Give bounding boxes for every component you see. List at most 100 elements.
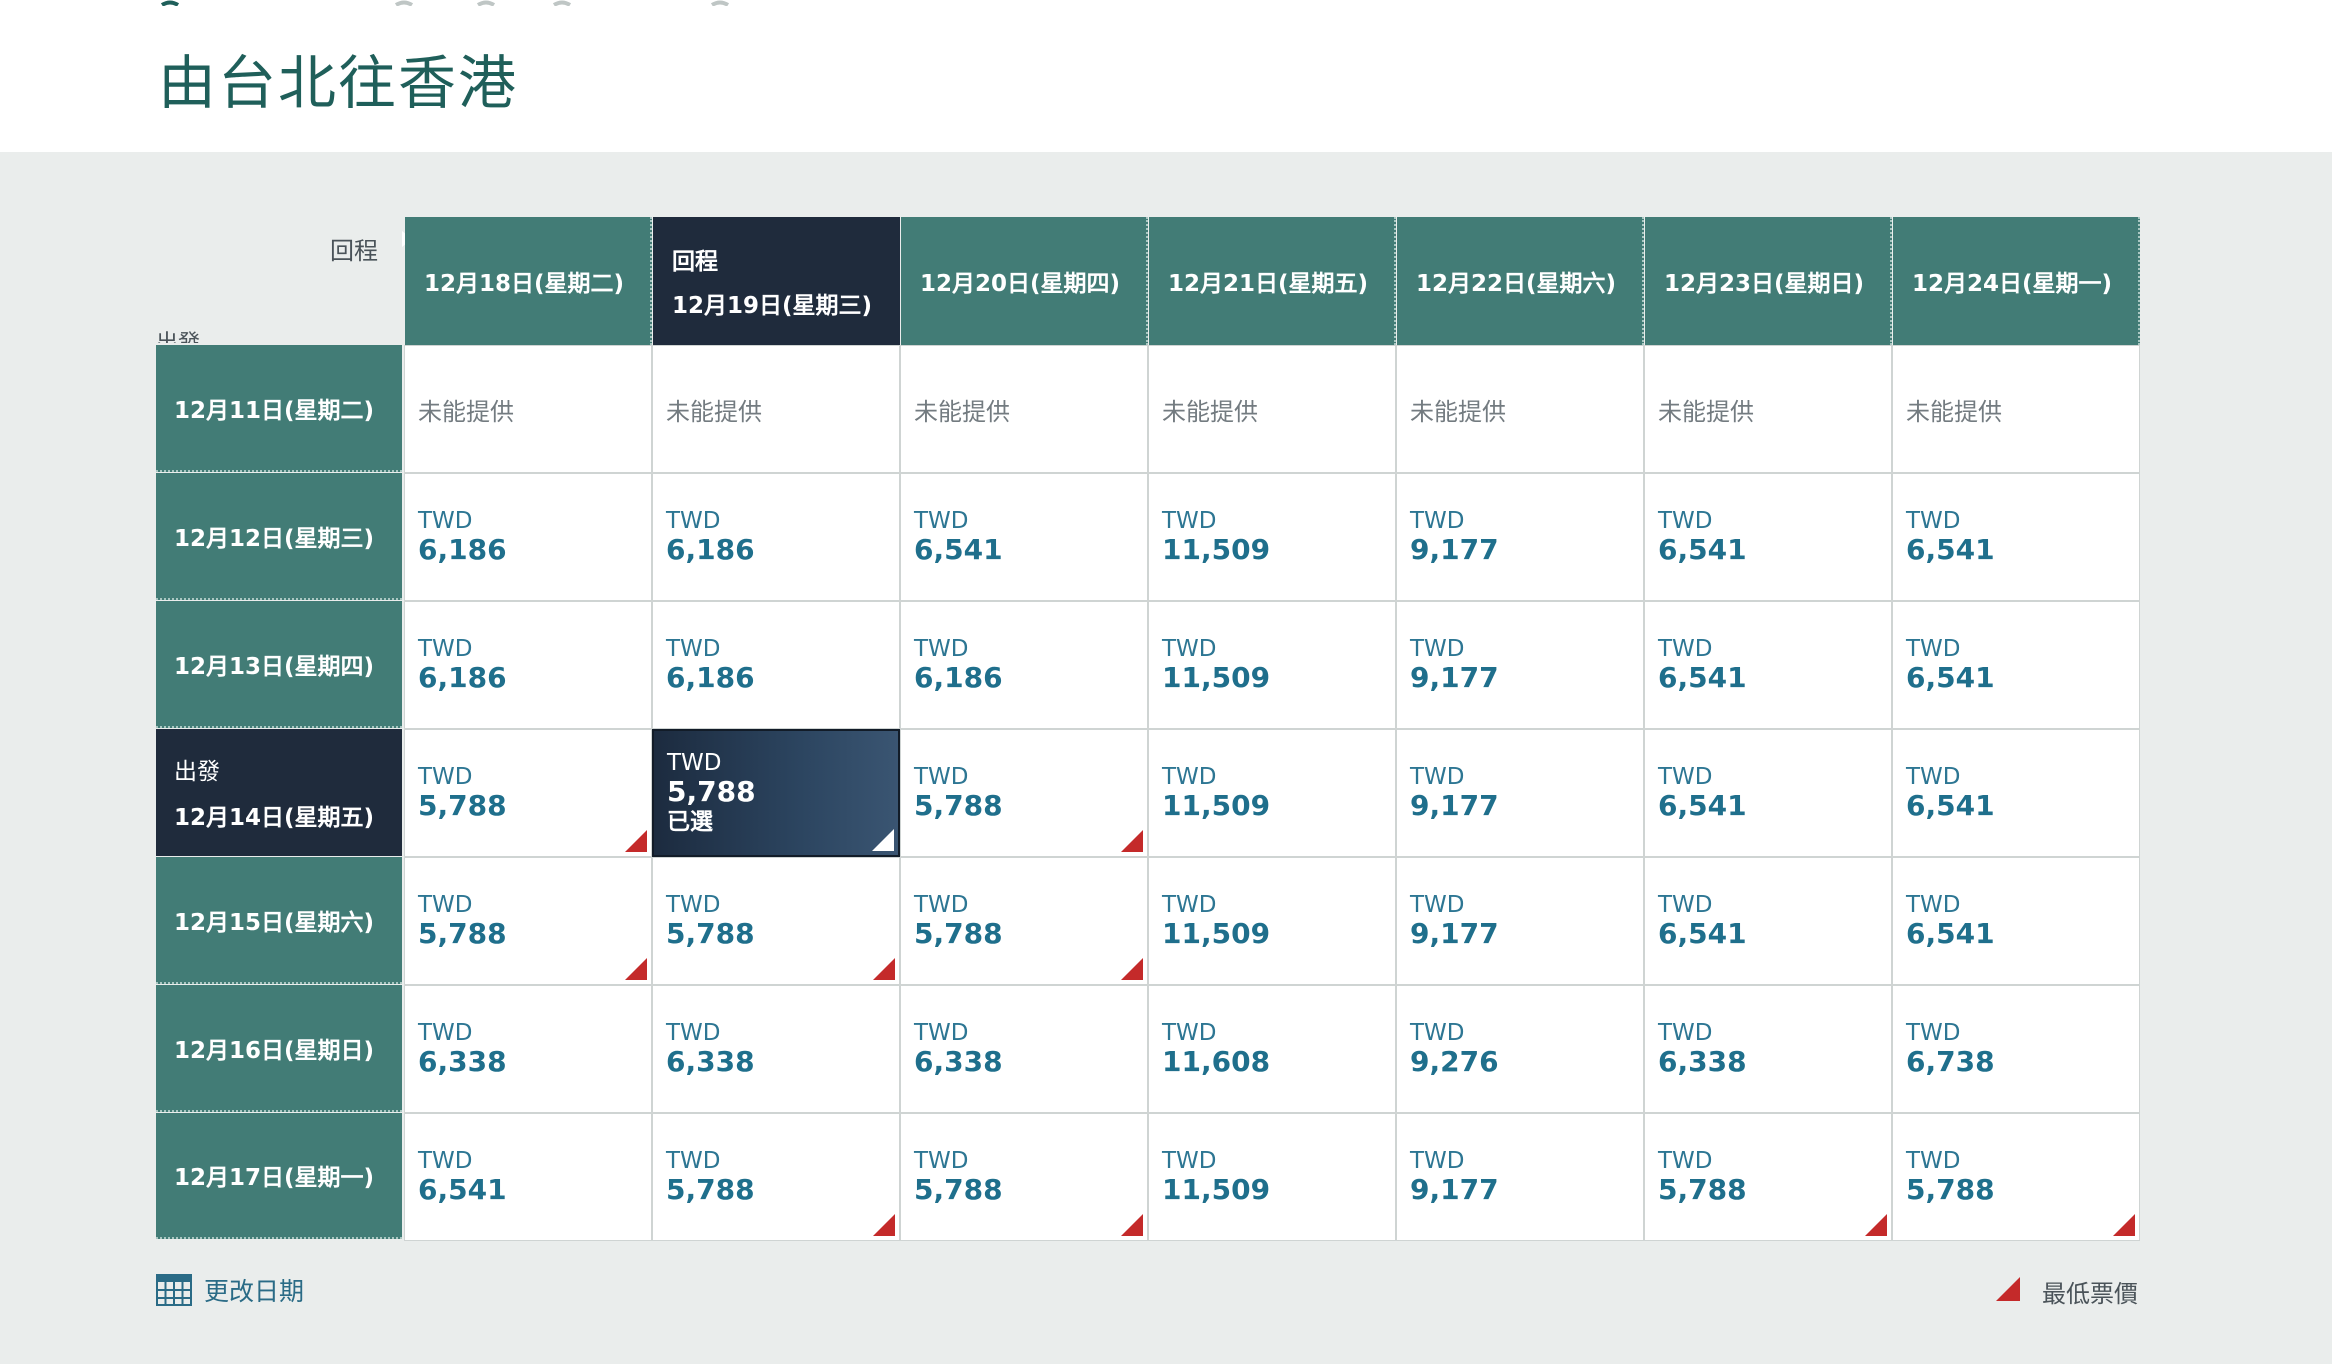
fare-cell[interactable]: TWD 5,788: [900, 1113, 1148, 1241]
return-date-text: 12月24日(星期一): [1912, 271, 2113, 297]
return-date-header[interactable]: 12月24日(星期一): [1893, 217, 2140, 345]
depart-date-header[interactable]: 12月13日(星期四): [156, 601, 402, 728]
fare-amount: 6,338: [418, 1045, 507, 1078]
fare-cell[interactable]: TWD 6,541: [900, 473, 1148, 601]
fare-amount: 9,177: [1410, 917, 1499, 950]
fare-cell[interactable]: TWD 6,338: [404, 985, 652, 1113]
fare-cell[interactable]: TWD 9,276: [1396, 985, 1644, 1113]
fare-amount: 6,541: [1906, 533, 1995, 566]
page-header: 由台北往香港: [0, 0, 2332, 152]
return-selected-label: 回程: [672, 249, 718, 275]
unavailable-text: 未能提供: [418, 397, 514, 426]
fare-cell[interactable]: TWD 6,541: [1644, 729, 1892, 857]
depart-date-header[interactable]: 12月11日(星期二): [156, 345, 402, 472]
fare-currency: TWD: [1658, 508, 1713, 534]
fare-cell[interactable]: TWD 6,338: [900, 985, 1148, 1113]
fare-cell[interactable]: TWD 6,541: [1644, 857, 1892, 985]
fare-amount: 6,541: [1658, 661, 1747, 694]
fare-cell[interactable]: TWD 6,541: [1892, 473, 2140, 601]
lowest-fare-legend: 最低票價: [1996, 1274, 2138, 1309]
fare-cell[interactable]: TWD 6,186: [652, 601, 900, 729]
fare-currency: TWD: [1906, 1020, 1961, 1046]
fare-cell[interactable]: TWD 5,788: [1644, 1113, 1892, 1241]
fare-amount: 6,338: [1658, 1045, 1747, 1078]
fare-cell[interactable]: TWD 5,788: [404, 729, 652, 857]
depart-date-header[interactable]: 12月12日(星期三): [156, 473, 402, 600]
return-date-text: 12月23日(星期日): [1664, 271, 1865, 297]
fare-cell[interactable]: TWD 9,177: [1396, 729, 1644, 857]
depart-date-text: 12月14日(星期五): [174, 804, 375, 831]
fare-cell[interactable]: TWD 5,788: [404, 857, 652, 985]
fare-cell[interactable]: TWD 11,509: [1148, 601, 1396, 729]
return-date-header[interactable]: 12月22日(星期六): [1397, 217, 1644, 345]
fare-currency: TWD: [1162, 508, 1217, 534]
fare-cell[interactable]: TWD 5,788: [900, 857, 1148, 985]
fare-amount: 6,541: [914, 533, 1003, 566]
return-axis-label: 回程: [330, 237, 378, 265]
fare-cell[interactable]: TWD 6,541: [1644, 473, 1892, 601]
fare-cell[interactable]: TWD 11,608: [1148, 985, 1396, 1113]
return-date-header[interactable]: 回程 12月19日(星期三): [653, 217, 900, 345]
fare-amount: 6,541: [1906, 789, 1995, 822]
depart-date-header[interactable]: 12月17日(星期一): [156, 1113, 402, 1239]
fare-cell[interactable]: TWD 6,186: [652, 473, 900, 601]
lowest-fare-marker-icon: [1121, 1214, 1143, 1236]
depart-date-text: 12月17日(星期一): [174, 1165, 375, 1191]
fare-cell[interactable]: TWD 6,186: [404, 473, 652, 601]
fare-cell[interactable]: TWD 6,338: [1644, 985, 1892, 1113]
fare-currency: TWD: [666, 892, 721, 918]
fare-cell[interactable]: TWD 6,541: [1892, 729, 2140, 857]
fare-cell[interactable]: TWD 6,541: [404, 1113, 652, 1241]
return-date-text: 12月21日(星期五): [1168, 271, 1369, 297]
unavailable-text: 未能提供: [1162, 397, 1258, 426]
fare-cell-selected[interactable]: TWD 5,788 已選: [652, 729, 900, 857]
fare-amount: 6,186: [666, 533, 755, 566]
depart-date-text: 12月12日(星期三): [174, 525, 375, 552]
fare-cell[interactable]: TWD 11,509: [1148, 857, 1396, 985]
page-title: 由台北往香港: [158, 49, 519, 117]
fare-amount: 5,788: [418, 789, 507, 822]
fare-cell[interactable]: TWD 6,738: [1892, 985, 2140, 1113]
return-date-header[interactable]: 12月20日(星期四): [901, 217, 1148, 345]
return-date-header[interactable]: 12月23日(星期日): [1645, 217, 1892, 345]
lowest-fare-marker-icon: [1121, 958, 1143, 980]
fare-cell[interactable]: TWD 6,541: [1892, 857, 2140, 985]
return-date-header[interactable]: 12月21日(星期五): [1149, 217, 1396, 345]
fare-currency: TWD: [1658, 1020, 1713, 1046]
fare-cell[interactable]: TWD 9,177: [1396, 601, 1644, 729]
fare-amount: 9,177: [1410, 1173, 1499, 1206]
fare-amount: 6,338: [666, 1045, 755, 1078]
fare-currency: TWD: [1162, 636, 1217, 662]
lowest-fare-marker-icon: [872, 829, 894, 851]
fare-cell[interactable]: TWD 6,186: [404, 601, 652, 729]
fare-currency: TWD: [1410, 508, 1465, 534]
selected-status: 已選: [667, 809, 713, 835]
fare-amount: 5,788: [914, 1173, 1003, 1206]
fare-amount: 11,608: [1162, 1045, 1271, 1078]
fare-cell[interactable]: TWD 9,177: [1396, 473, 1644, 601]
lowest-fare-legend-label: 最低票價: [2042, 1280, 2138, 1308]
return-date-text: 12月22日(星期六): [1416, 271, 1617, 297]
fare-cell[interactable]: TWD 6,186: [900, 601, 1148, 729]
fare-cell[interactable]: TWD 5,788: [652, 857, 900, 985]
depart-date-header[interactable]: 出發 12月14日(星期五): [156, 729, 402, 856]
fare-cell[interactable]: TWD 11,509: [1148, 729, 1396, 857]
fare-cell[interactable]: TWD 6,338: [652, 985, 900, 1113]
fare-cell[interactable]: TWD 5,788: [652, 1113, 900, 1241]
fare-currency: TWD: [1906, 636, 1961, 662]
change-date-link[interactable]: 更改日期: [156, 1272, 304, 1308]
depart-date-header[interactable]: 12月15日(星期六): [156, 857, 402, 984]
fare-cell[interactable]: TWD 9,177: [1396, 1113, 1644, 1241]
fare-cell[interactable]: TWD 11,509: [1148, 473, 1396, 601]
fare-cell[interactable]: TWD 5,788: [1892, 1113, 2140, 1241]
fare-cell[interactable]: TWD 11,509: [1148, 1113, 1396, 1241]
fare-cell[interactable]: TWD 5,788: [900, 729, 1148, 857]
return-date-header[interactable]: 12月18日(星期二): [405, 217, 652, 345]
fare-cell[interactable]: TWD 9,177: [1396, 857, 1644, 985]
fare-cell[interactable]: TWD 6,541: [1644, 601, 1892, 729]
lowest-fare-marker-icon: [873, 958, 895, 980]
depart-date-header[interactable]: 12月16日(星期日): [156, 985, 402, 1112]
fare-currency: TWD: [1162, 892, 1217, 918]
fare-cell[interactable]: TWD 6,541: [1892, 601, 2140, 729]
fare-currency: TWD: [1906, 892, 1961, 918]
